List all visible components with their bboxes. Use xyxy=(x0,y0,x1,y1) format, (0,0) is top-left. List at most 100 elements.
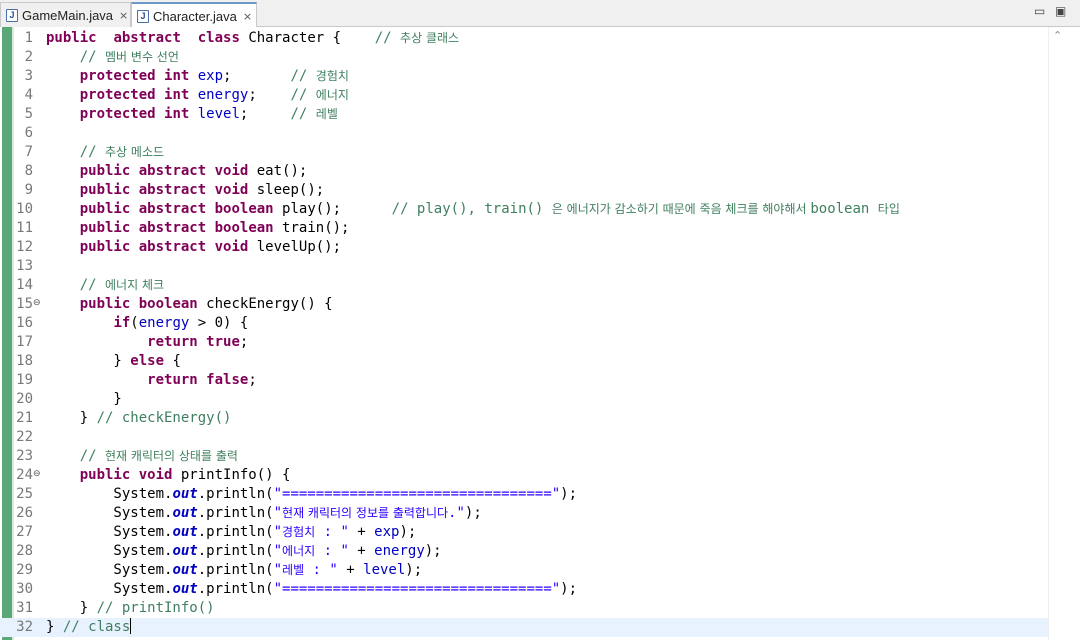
code-token: ); xyxy=(405,562,423,578)
code-line[interactable]: 11 public abstract boolean train(); xyxy=(0,219,1048,238)
code-line[interactable]: 29 System.out.println("레벨 : " + level); xyxy=(0,561,1048,580)
code-text: public abstract void sleep(); xyxy=(46,181,324,200)
code-token: 레벨 xyxy=(315,107,338,121)
scroll-up-icon[interactable]: ⌃ xyxy=(1053,29,1062,42)
tab-label: Character.java xyxy=(153,8,237,24)
code-line[interactable]: 9 public abstract void sleep(); xyxy=(0,181,1048,200)
code-line[interactable]: 32} // class xyxy=(0,618,1048,637)
code-token: printInfo() { xyxy=(172,467,291,483)
code-text: public boolean checkEnergy() { xyxy=(46,295,333,314)
code-line[interactable]: 14 // 에너지 체크 xyxy=(0,276,1048,295)
code-line[interactable]: 26 System.out.println("현재 캐릭터의 정보를 출력합니다… xyxy=(0,504,1048,523)
close-tab-icon[interactable]: × xyxy=(243,10,252,23)
tab-character-java[interactable]: J Character.java × xyxy=(131,2,257,28)
code-text: public abstract void levelUp(); xyxy=(46,238,341,257)
line-number: 4 xyxy=(24,87,33,103)
code-token: energy xyxy=(197,87,249,103)
code-line[interactable]: 3 protected int exp; // 경험치 xyxy=(0,67,1048,86)
code-line[interactable]: 17 return true; xyxy=(0,333,1048,352)
code-token: // xyxy=(79,144,106,160)
code-line[interactable]: 10 public abstract boolean play(); // pl… xyxy=(0,200,1048,219)
code-line[interactable]: 23 // 현재 캐릭터의 상태를 출력 xyxy=(0,447,1048,466)
minimize-icon[interactable]: ▭ xyxy=(1034,4,1045,18)
fold-toggle-icon[interactable]: ⊖ xyxy=(33,469,41,479)
code-token: .println( xyxy=(197,486,274,502)
code-line[interactable]: 1 public abstract class Character { // 추상… xyxy=(0,29,1048,48)
code-token: void xyxy=(138,467,173,483)
code-line[interactable]: 27 System.out.println("경험치 : " + exp); xyxy=(0,523,1048,542)
code-line[interactable]: 25 System.out.println("=================… xyxy=(0,485,1048,504)
code-text: public abstract void eat(); xyxy=(46,162,308,181)
code-line[interactable]: 20 } xyxy=(0,390,1048,409)
code-line[interactable]: 18 } else { xyxy=(0,352,1048,371)
code-text: public abstract class Character { // 추상 … xyxy=(46,29,459,48)
code-token: // xyxy=(290,68,316,84)
code-line[interactable]: 24 ⊖ public void printInfo() { xyxy=(0,466,1048,485)
code-line[interactable]: 5 protected int level; // 레벨 xyxy=(0,105,1048,124)
code-line[interactable]: 30 System.out.println("=================… xyxy=(0,580,1048,599)
code-token: System. xyxy=(46,543,173,559)
java-file-icon: J xyxy=(6,8,18,22)
code-token: " xyxy=(273,562,283,578)
code-line[interactable]: 2 // 멤버 변수 선언 xyxy=(0,48,1048,67)
code-token: 에너지 체크 xyxy=(105,278,165,292)
code-token: ); xyxy=(464,505,482,521)
code-line[interactable]: 31 } // printInfo() xyxy=(0,599,1048,618)
code-line[interactable]: 4 protected int energy; // 에너지 xyxy=(0,86,1048,105)
code-token: level xyxy=(363,562,406,578)
code-line[interactable]: 13 xyxy=(0,257,1048,276)
line-number: 20 xyxy=(16,391,33,407)
code-text: // 현재 캐릭터의 상태를 출력 xyxy=(46,447,238,466)
code-text: } // class xyxy=(46,618,132,637)
code-token: int xyxy=(164,106,190,122)
code-token: ; xyxy=(223,68,291,84)
code-token: .println( xyxy=(197,562,274,578)
code-line[interactable]: 6 xyxy=(0,124,1048,143)
code-text: } else { xyxy=(46,352,180,371)
code-text: public abstract boolean play(); // play(… xyxy=(46,200,900,219)
code-line[interactable]: 19 return false; xyxy=(0,371,1048,390)
close-tab-icon[interactable]: × xyxy=(119,9,128,22)
line-number: 28 xyxy=(16,543,33,559)
code-line[interactable]: 28 System.out.println("에너지 : " + energy)… xyxy=(0,542,1048,561)
code-line[interactable]: 21 } // checkEnergy() xyxy=(0,409,1048,428)
code-line[interactable]: 7 // 추상 메소드 xyxy=(0,143,1048,162)
code-token: 추상 메소드 xyxy=(105,145,165,159)
code-line[interactable]: 22 xyxy=(0,428,1048,447)
code-line[interactable]: 12 public abstract void levelUp(); xyxy=(0,238,1048,257)
code-editor[interactable]: ⌃ 1 public abstract class Character { // … xyxy=(0,27,1080,640)
line-number: 29 xyxy=(16,562,33,578)
code-token: abstract xyxy=(138,182,207,198)
code-line[interactable]: 15 ⊖ public boolean checkEnergy() { xyxy=(0,295,1048,314)
line-number: 23 xyxy=(16,448,33,464)
code-token: ; xyxy=(248,87,291,103)
vertical-scrollbar[interactable] xyxy=(1048,27,1080,640)
code-line[interactable]: 8 public abstract void eat(); xyxy=(0,162,1048,181)
maximize-icon[interactable]: ▣ xyxy=(1055,4,1066,18)
code-token: boolean xyxy=(214,220,274,236)
code-token: out xyxy=(172,524,198,540)
code-token: public xyxy=(79,163,131,179)
fold-toggle-icon[interactable]: ⊖ xyxy=(33,298,41,308)
code-line[interactable]: 16 if(energy > 0) { xyxy=(0,314,1048,333)
code-token: levelUp(); xyxy=(248,239,342,255)
code-token: public xyxy=(79,220,131,236)
code-token: System. xyxy=(46,581,173,597)
tab-gamemain-java[interactable]: J GameMain.java × xyxy=(0,2,131,27)
code-token: public xyxy=(46,30,97,46)
code-token: "================================" xyxy=(273,486,561,502)
code-token: out xyxy=(172,562,198,578)
